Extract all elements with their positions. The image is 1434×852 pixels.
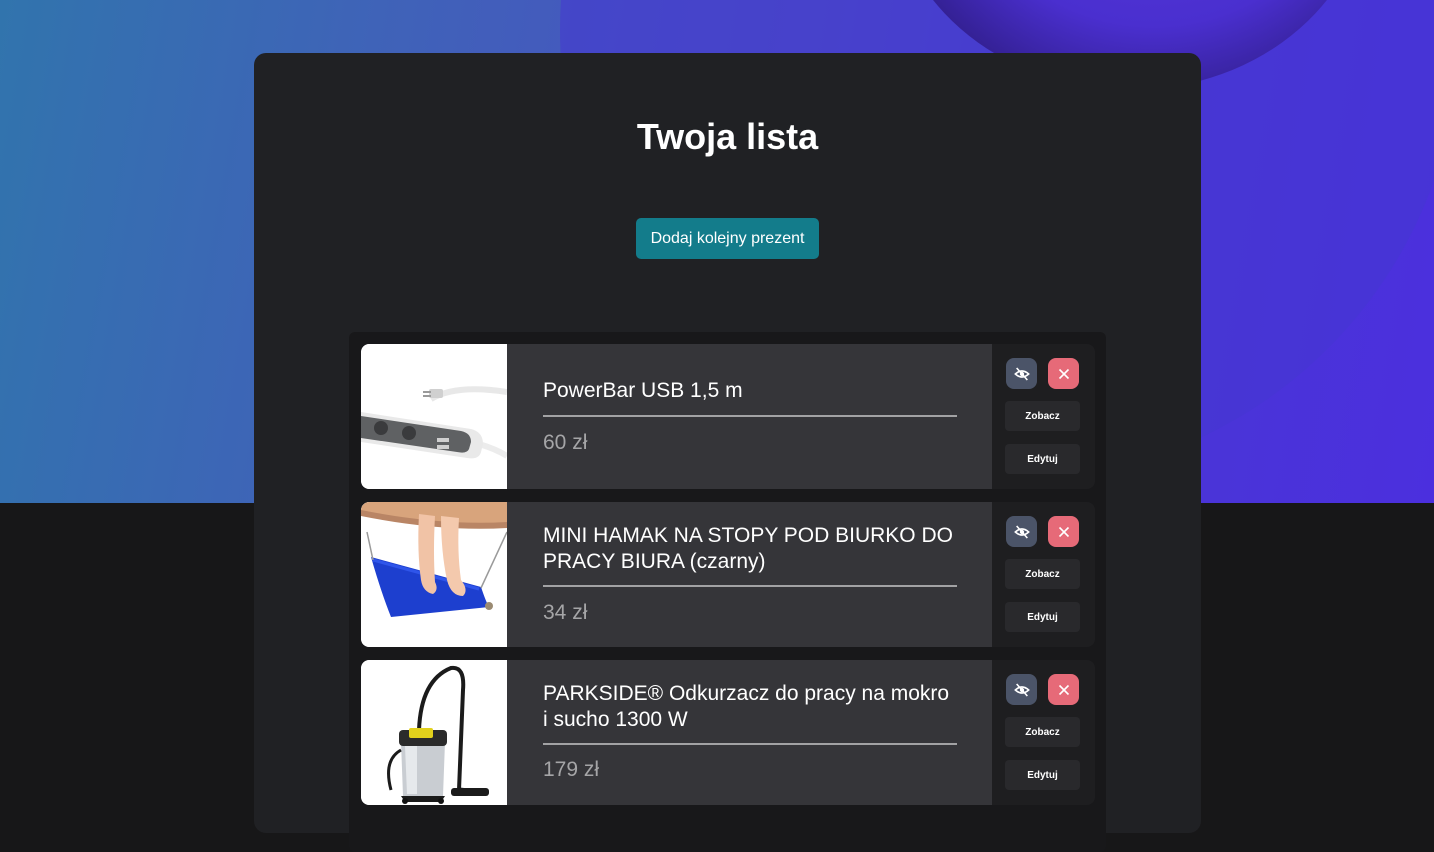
hide-item-button[interactable] — [1006, 674, 1037, 705]
delete-item-button[interactable] — [1048, 674, 1079, 705]
foot-hammock-image — [361, 502, 507, 647]
product-image[interactable] — [361, 502, 507, 647]
wishlist-panel: Twoja lista Dodaj kolejny prezent PowerB… — [254, 53, 1201, 852]
view-item-button[interactable]: Zobacz — [1005, 559, 1080, 589]
eye-off-icon — [1013, 366, 1030, 381]
close-icon — [1058, 368, 1069, 379]
gift-list: PowerBar USB 1,5 m 60 zł Zobacz Edytuj M… — [349, 332, 1106, 852]
list-item: MINI HAMAK NA STOPY POD BIURKO DO PRACY … — [361, 502, 1095, 647]
close-icon — [1058, 526, 1069, 537]
edit-item-button[interactable]: Edytuj — [1005, 444, 1080, 474]
edit-item-button[interactable]: Edytuj — [1005, 760, 1080, 790]
hide-item-button[interactable] — [1006, 358, 1037, 389]
list-item: PowerBar USB 1,5 m 60 zł Zobacz Edytuj — [361, 344, 1095, 489]
item-actions: Zobacz Edytuj — [992, 502, 1095, 647]
delete-item-button[interactable] — [1048, 358, 1079, 389]
item-price: 34 zł — [543, 601, 588, 624]
item-price: 179 zł — [543, 758, 600, 781]
view-item-button[interactable]: Zobacz — [1005, 401, 1080, 431]
close-icon — [1058, 684, 1069, 695]
eye-off-icon — [1013, 682, 1030, 697]
page-title: Twoja lista — [636, 116, 819, 157]
add-gift-button[interactable]: Dodaj kolejny prezent — [636, 218, 819, 259]
wet-dry-vacuum-image — [361, 660, 507, 805]
power-strip-image — [361, 344, 507, 489]
item-name: PARKSIDE® Odkurzacz do pracy na mokro i … — [543, 682, 950, 731]
product-image[interactable] — [361, 660, 507, 805]
item-divider — [543, 743, 957, 745]
item-divider — [543, 585, 957, 587]
hide-item-button[interactable] — [1006, 516, 1037, 547]
item-actions: Zobacz Edytuj — [992, 660, 1095, 805]
item-details: PowerBar USB 1,5 m 60 zł — [507, 344, 992, 489]
item-actions: Zobacz Edytuj — [992, 344, 1095, 489]
item-price: 60 zł — [543, 431, 588, 454]
item-details: PARKSIDE® Odkurzacz do pracy na mokro i … — [507, 660, 992, 805]
list-item: PARKSIDE® Odkurzacz do pracy na mokro i … — [361, 660, 1095, 805]
view-item-button[interactable]: Zobacz — [1005, 717, 1080, 747]
edit-item-button[interactable]: Edytuj — [1005, 602, 1080, 632]
delete-item-button[interactable] — [1048, 516, 1079, 547]
item-name: PowerBar USB 1,5 m — [543, 379, 743, 402]
item-divider — [543, 415, 957, 417]
product-image[interactable] — [361, 344, 507, 489]
item-details: MINI HAMAK NA STOPY POD BIURKO DO PRACY … — [507, 502, 992, 647]
item-name: MINI HAMAK NA STOPY POD BIURKO DO PRACY … — [543, 524, 953, 573]
eye-off-icon — [1013, 524, 1030, 539]
